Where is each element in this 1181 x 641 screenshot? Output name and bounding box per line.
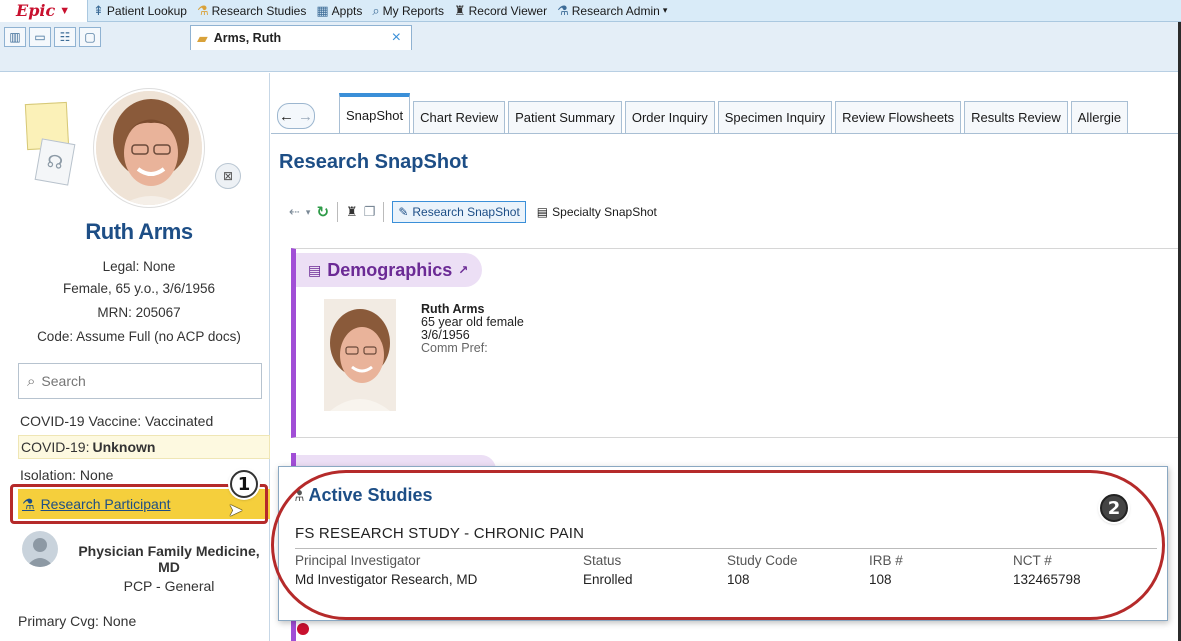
binoculars-icon: ♜ — [453, 2, 466, 18]
demographics-section: ▤ Demographics ↗ Ruth Arms 65 year old f… — [291, 248, 1181, 438]
specialty-snapshot-button[interactable]: ▤ Specialty SnapShot — [532, 202, 662, 222]
hidden-row — [297, 623, 309, 635]
demographics-title: Demographics — [327, 259, 453, 280]
covid-status[interactable]: COVID-19: Unknown — [18, 435, 270, 459]
search-report-icon: ⌕ — [372, 2, 380, 18]
primary-coverage[interactable]: Primary Cvg: None — [18, 613, 136, 629]
research-admin-icon: ⚗ — [557, 2, 569, 18]
chat-icon[interactable]: ▢ — [79, 27, 101, 47]
callout-1: 1 — [230, 470, 258, 498]
tab-results-review[interactable]: Results Review — [964, 101, 1068, 133]
demographics-header[interactable]: ▤ Demographics ↗ — [296, 253, 483, 287]
refresh-icon[interactable]: ↻ — [316, 203, 329, 221]
tab-order-inquiry[interactable]: Order Inquiry — [624, 101, 715, 133]
copy-icon[interactable]: ❐ — [364, 204, 376, 220]
main-menu-bar: Epic ▼ ⇞ Patient Lookup ⚗ Research Studi… — [0, 0, 1181, 22]
menu-patient-lookup[interactable]: ⇞ Patient Lookup — [88, 0, 192, 22]
highlight-outline-2 — [271, 470, 1165, 620]
patient-mrn: MRN: 205067 — [97, 305, 181, 320]
report-icon: ▤ — [536, 205, 549, 219]
covid-label: COVID-19: — [21, 439, 90, 455]
menu-appts[interactable]: ▦ Appts — [311, 0, 367, 22]
research-snapshot-label: Research SnapShot — [412, 205, 520, 219]
menu-research-studies[interactable]: ⚗ Research Studies — [192, 0, 311, 22]
toolbar-separator — [337, 202, 339, 222]
patient-workspace-tab[interactable]: ▰ Arms, Ruth × — [190, 25, 412, 50]
menu-label: My Reports — [382, 3, 444, 18]
epic-menu-button[interactable]: Epic ▼ — [0, 0, 88, 22]
forward-arrow-icon[interactable]: → — [298, 108, 313, 125]
chevron-down-icon[interactable]: ▾ — [306, 207, 311, 218]
caret-down-icon: ▼ — [59, 4, 71, 17]
toolbar-separator — [383, 202, 385, 222]
dashboard-icon[interactable]: ▥ — [4, 27, 26, 47]
history-nav[interactable]: ← → — [277, 103, 315, 129]
menu-research-admin[interactable]: ⚗ Research Admin ▾ — [552, 0, 672, 22]
mouse-cursor-icon: ➤ — [228, 500, 244, 520]
covid-value: Unknown — [92, 439, 156, 455]
pcp-avatar — [22, 531, 58, 567]
patient-tab-label: Arms, Ruth — [213, 31, 282, 45]
in-basket-icon[interactable]: ☷ — [54, 27, 76, 47]
menu-label: Record Viewer — [468, 3, 548, 18]
menu-label: Research Admin — [571, 3, 660, 18]
code-status[interactable]: Code: Assume Full (no ACP docs) — [8, 329, 270, 344]
workspace-tab-bar — [0, 22, 1181, 72]
demographics-details: Ruth Arms 65 year old female 3/6/1956 Co… — [421, 303, 524, 355]
patient-demographics: Female, 65 y.o., 3/6/1956 — [62, 281, 216, 296]
covid-vaccine-status[interactable]: COVID-19 Vaccine: Vaccinated — [18, 409, 270, 433]
pcp-name[interactable]: Physician Family Medicine, MD — [74, 543, 264, 575]
patient-storyboard: ☊ ⊠ Ruth Arms Legal: None Female, 65 y.o… — [8, 73, 270, 641]
external-link-icon[interactable]: ↗ — [458, 263, 468, 277]
menu-label: Patient Lookup — [106, 3, 187, 18]
back-arrow-icon[interactable]: ⇠ — [289, 204, 300, 220]
search-input[interactable] — [41, 373, 242, 389]
close-icon[interactable]: × — [392, 29, 401, 47]
edit-photo-icon[interactable]: ⊠ — [215, 163, 241, 189]
research-snapshot-button[interactable]: ✎ Research SnapShot — [392, 201, 526, 223]
menu-record-viewer[interactable]: ♜ Record Viewer — [449, 0, 552, 22]
id-card-icon: ▤ — [308, 261, 322, 278]
binoculars-icon[interactable]: ♜ — [346, 204, 358, 220]
appointments-icon: ▦ — [316, 2, 329, 18]
chevron-down-icon: ▾ — [662, 5, 668, 15]
stethoscope-icon[interactable]: ☊ — [34, 138, 76, 186]
research-icon: ⚗ — [196, 2, 209, 18]
menu-my-reports[interactable]: ⌕ My Reports — [367, 0, 449, 22]
tab-patient-summary[interactable]: Patient Summary — [508, 101, 622, 133]
page-title: Research SnapShot — [279, 151, 468, 173]
tab-snapshot[interactable]: SnapShot — [339, 93, 411, 133]
activity-tabs: SnapShot Chart Review Patient Summary Or… — [339, 93, 1129, 133]
status-dot-icon — [297, 623, 309, 635]
tab-chart-review[interactable]: Chart Review — [413, 101, 506, 133]
tab-divider — [271, 133, 1181, 134]
tab-allergies[interactable]: Allergie — [1070, 101, 1129, 133]
specialty-snapshot-label: Specialty SnapShot — [552, 205, 657, 219]
edit-report-icon: ✎ — [398, 205, 409, 219]
person-plus-icon: ⇞ — [93, 2, 104, 18]
tab-review-flowsheets[interactable]: Review Flowsheets — [835, 101, 962, 133]
menu-label: Research Studies — [211, 3, 307, 18]
patient-name[interactable]: Ruth Arms — [8, 219, 270, 245]
pcp-role: PCP - General — [123, 578, 215, 594]
patient-photo — [94, 89, 204, 207]
menu-label: Appts — [331, 3, 363, 18]
sidebar-search[interactable]: ⌕ — [18, 363, 262, 399]
legal-sex: Legal: None — [102, 259, 176, 274]
snapshot-toolbar: ⇠ ▾ ↻ ♜ ❐ ✎ Research SnapShot ▤ Specialt… — [289, 201, 662, 223]
workspace-tools: ▥ ▭ ☷ ▢ — [4, 27, 101, 47]
folder-icon: ▰ — [197, 29, 208, 46]
monitor-icon[interactable]: ▭ — [29, 27, 51, 47]
demographics-photo — [324, 299, 396, 411]
back-arrow-icon[interactable]: ← — [279, 108, 294, 125]
epic-logo: Epic — [16, 1, 56, 20]
search-icon: ⌕ — [27, 372, 36, 390]
tab-specimen-inquiry[interactable]: Specimen Inquiry — [717, 101, 833, 133]
callout-2: 2 — [1100, 494, 1128, 522]
demographics-comm-pref: Comm Pref: — [421, 341, 488, 355]
